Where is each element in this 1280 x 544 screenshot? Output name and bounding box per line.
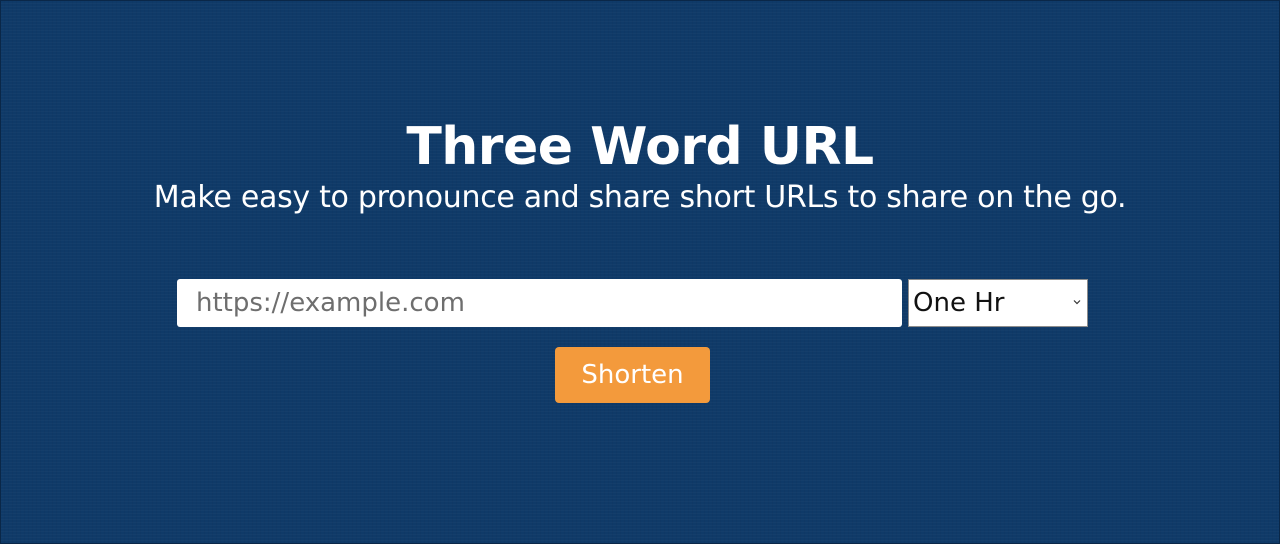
page-frame bbox=[0, 0, 1280, 544]
expiry-select-value: One Hr bbox=[913, 288, 1005, 318]
url-input[interactable] bbox=[177, 279, 902, 327]
chevron-down-icon bbox=[1073, 300, 1081, 305]
hero-section: Three Word URL Make easy to pronounce an… bbox=[0, 114, 1280, 218]
shorten-button[interactable]: Shorten bbox=[555, 347, 710, 403]
shorten-form: One Hr bbox=[177, 279, 1088, 327]
page-subtitle: Make easy to pronounce and share short U… bbox=[153, 180, 1127, 215]
page-title: Three Word URL bbox=[406, 117, 874, 177]
expiry-select[interactable]: One Hr bbox=[908, 279, 1088, 327]
